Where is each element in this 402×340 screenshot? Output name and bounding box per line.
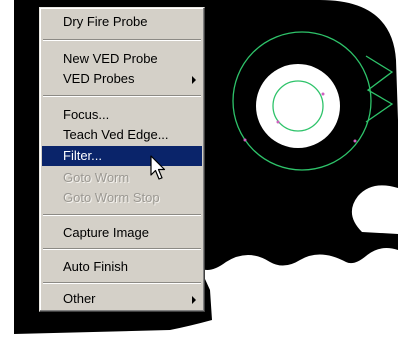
menu-separator bbox=[43, 282, 201, 284]
menu-item-label: Capture Image bbox=[63, 225, 149, 240]
menu-separator bbox=[43, 214, 201, 216]
menu-item-label: Other bbox=[63, 291, 96, 306]
menu-item-teach-ved-edge[interactable]: Teach Ved Edge... bbox=[42, 125, 202, 145]
menu-item-dry-fire-probe[interactable]: Dry Fire Probe bbox=[42, 12, 202, 32]
context-menu: Dry Fire Probe New VED Probe VED Probes … bbox=[39, 7, 205, 312]
menu-item-ved-probes[interactable]: VED Probes bbox=[42, 69, 202, 89]
menu-item-goto-worm-stop[interactable]: Goto Worm Stop bbox=[42, 188, 202, 208]
menu-separator bbox=[43, 248, 201, 250]
menu-separator bbox=[43, 39, 201, 41]
menu-item-new-ved-probe[interactable]: New VED Probe bbox=[42, 49, 202, 69]
marker-dot-c bbox=[321, 92, 325, 96]
menu-item-label: VED Probes bbox=[63, 71, 135, 86]
menu-item-label: New VED Probe bbox=[63, 51, 158, 66]
bore-hole bbox=[256, 64, 340, 148]
menu-item-label: Goto Worm bbox=[63, 170, 130, 185]
marker-dot-a bbox=[243, 138, 247, 142]
menu-separator bbox=[43, 95, 201, 97]
menu-item-label: Goto Worm Stop bbox=[63, 190, 160, 205]
menu-item-auto-finish[interactable]: Auto Finish bbox=[42, 257, 202, 277]
menu-item-label: Dry Fire Probe bbox=[63, 14, 148, 29]
chevron-right-icon bbox=[192, 296, 196, 304]
menu-item-label: Auto Finish bbox=[63, 259, 129, 274]
camera-view: Dry Fire Probe New VED Probe VED Probes … bbox=[0, 0, 402, 340]
menu-item-label: Filter... bbox=[63, 148, 103, 163]
marker-dot-b bbox=[276, 120, 280, 124]
marker-dot-d bbox=[353, 139, 357, 143]
menu-item-goto-worm[interactable]: Goto Worm bbox=[42, 168, 202, 188]
arrow-cursor-icon bbox=[150, 155, 166, 180]
menu-item-filter[interactable]: Filter... bbox=[42, 146, 202, 166]
menu-item-label: Teach Ved Edge... bbox=[63, 127, 169, 142]
menu-item-label: Focus... bbox=[63, 107, 110, 122]
menu-item-focus[interactable]: Focus... bbox=[42, 105, 202, 125]
menu-item-capture-image[interactable]: Capture Image bbox=[42, 223, 202, 243]
chevron-right-icon bbox=[192, 76, 196, 84]
menu-item-other[interactable]: Other bbox=[42, 289, 202, 309]
